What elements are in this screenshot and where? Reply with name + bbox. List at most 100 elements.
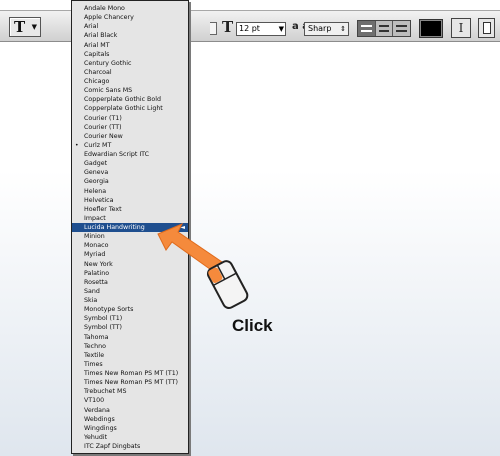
- font-menu-item-label: Impact: [84, 214, 106, 222]
- font-menu-item[interactable]: Capitals: [72, 50, 188, 59]
- font-menu-item[interactable]: Arial Black: [72, 31, 188, 40]
- font-menu-item[interactable]: Copperplate Gothic Bold: [72, 95, 188, 104]
- font-menu-item-label: Symbol (TT): [84, 324, 122, 332]
- font-menu-item-label: Tahoma: [84, 333, 109, 341]
- font-menu-item-label: Capitals: [84, 50, 110, 58]
- font-menu-item[interactable]: Georgia: [72, 177, 188, 186]
- font-menu-item[interactable]: Wingdings: [72, 424, 188, 433]
- font-menu-item[interactable]: Copperplate Gothic Light: [72, 104, 188, 113]
- font-menu-item-label: Skia: [84, 297, 98, 304]
- font-menu-item-label: Georgia: [84, 178, 109, 186]
- font-menu-item-label: Apple Chancery: [84, 14, 134, 22]
- up-down-arrows-icon: ⇕: [340, 25, 346, 33]
- font-menu-item-label: Times New Roman PS MT (T1): [84, 370, 179, 377]
- warp-text-button[interactable]: I: [451, 18, 471, 38]
- font-menu-item[interactable]: Chicago: [72, 77, 188, 86]
- font-menu-item[interactable]: Trebuchet MS: [72, 387, 188, 396]
- font-menu-item-label: Copperplate Gothic Bold: [84, 96, 161, 104]
- font-menu-item[interactable]: Gadget: [72, 159, 188, 168]
- align-center-icon: [378, 25, 390, 32]
- font-menu-item-label: Edwardian Script ITC: [84, 151, 150, 158]
- font-menu-item[interactable]: Skia: [72, 296, 188, 305]
- font-menu-item-label: Gadget: [84, 160, 108, 168]
- font-menu-item[interactable]: • Curlz MT: [72, 141, 188, 150]
- font-menu-item[interactable]: ITC Zapf Dingbats: [72, 442, 188, 451]
- font-menu-item-label: Times: [84, 360, 103, 368]
- font-menu-item-label: Techno: [84, 342, 106, 350]
- font-menu-item-label: Comic Sans MS: [84, 87, 133, 95]
- alignment-buttons: [357, 20, 411, 37]
- font-menu-item[interactable]: Textile: [72, 351, 188, 360]
- font-menu-item-label: Monaco: [84, 242, 109, 250]
- font-menu-item[interactable]: Helena: [72, 187, 188, 196]
- font-menu-item-label: ITC Zapf Dingbats: [84, 443, 141, 450]
- font-menu-item-label: Trebuchet MS: [84, 388, 127, 396]
- font-menu-item-label: Verdana: [84, 406, 110, 414]
- font-menu-item[interactable]: Courier (TT): [72, 123, 188, 132]
- font-menu-item[interactable]: Courier (T1): [72, 114, 188, 123]
- tool-preset-picker[interactable]: T ▼: [9, 17, 41, 37]
- font-menu-item-label: Arial MT: [84, 41, 110, 49]
- font-menu-item[interactable]: Apple Chancery: [72, 13, 188, 22]
- font-menu-item[interactable]: Times New Roman PS MT (T1): [72, 369, 188, 378]
- align-center-button[interactable]: [376, 21, 394, 36]
- font-menu-item-label: Charcoal: [84, 68, 112, 76]
- font-menu-item[interactable]: Andale Mono: [72, 4, 188, 13]
- font-menu-item[interactable]: Arial: [72, 22, 188, 31]
- font-menu-item-label: VT100: [84, 397, 105, 405]
- font-menu-item[interactable]: Times New Roman PS MT (TT): [72, 378, 188, 387]
- font-menu-item-label: Myriad: [84, 251, 106, 259]
- align-right-button[interactable]: [393, 21, 410, 36]
- antialias-value: Sharp: [308, 24, 332, 33]
- chevron-down-icon: ▼: [31, 23, 37, 31]
- align-left-icon: [361, 25, 372, 32]
- palettes-button[interactable]: [478, 18, 495, 38]
- font-menu-item-label: Helvetica: [84, 196, 114, 204]
- font-menu-item-label: Andale Mono: [84, 5, 125, 12]
- font-menu-item[interactable]: Yehudit: [72, 433, 188, 442]
- font-menu-item[interactable]: Symbol (T1): [72, 314, 188, 323]
- font-menu-item[interactable]: VT100: [72, 396, 188, 405]
- font-menu-item[interactable]: Webdings: [72, 415, 188, 424]
- font-menu-item-label: Chicago: [84, 78, 110, 85]
- font-menu-item-label: Webdings: [84, 415, 115, 423]
- font-size-value: 12 pt: [239, 24, 260, 33]
- font-menu-item[interactable]: Arial MT: [72, 41, 188, 50]
- mouse-icon: [206, 260, 249, 309]
- font-menu-item[interactable]: Techno: [72, 342, 188, 351]
- font-menu-item[interactable]: Verdana: [72, 406, 188, 415]
- font-family-select-edge[interactable]: [210, 22, 217, 35]
- font-menu-item[interactable]: Century Gothic: [72, 59, 188, 68]
- font-menu-item[interactable]: Courier New: [72, 132, 188, 141]
- warp-text-icon: I: [458, 21, 464, 35]
- font-menu-item[interactable]: Sand: [72, 287, 188, 296]
- click-label: Click: [232, 316, 273, 335]
- align-left-button[interactable]: [358, 21, 376, 36]
- font-menu-item[interactable]: Charcoal: [72, 68, 188, 77]
- font-menu-item-label: Century Gothic: [84, 59, 132, 67]
- font-menu-item-label: New York: [84, 260, 113, 268]
- text-color-swatch[interactable]: [419, 19, 443, 38]
- palette-icon: [483, 22, 491, 34]
- font-menu-item-label: Courier (TT): [84, 123, 122, 131]
- font-size-select[interactable]: 12 pt ▼: [236, 22, 286, 36]
- font-menu-item-label: Copperplate Gothic Light: [84, 105, 163, 113]
- font-menu-item[interactable]: Times: [72, 360, 188, 369]
- font-menu-item[interactable]: Tahoma: [72, 333, 188, 342]
- font-menu-item-label: Wingdings: [84, 424, 117, 432]
- chevron-down-icon: ▼: [278, 25, 284, 33]
- font-menu-item-label: Monotype Sorts: [84, 306, 134, 314]
- font-menu-item-label: Courier (T1): [84, 114, 122, 122]
- font-menu-item[interactable]: Helvetica: [72, 196, 188, 205]
- antialias-select[interactable]: Sharp ⇕: [304, 22, 349, 36]
- font-menu-item[interactable]: Geneva: [72, 168, 188, 177]
- align-right-icon: [396, 25, 408, 32]
- font-menu-item-label: Curlz MT: [84, 141, 112, 149]
- font-menu-item[interactable]: Edwardian Script ITC: [72, 150, 188, 159]
- font-menu-item-label: Minion: [84, 233, 105, 241]
- font-menu-item[interactable]: Comic Sans MS: [72, 86, 188, 95]
- checkmark-icon: •: [75, 141, 79, 149]
- font-menu-item[interactable]: Monotype Sorts: [72, 305, 188, 314]
- font-menu-item[interactable]: Symbol (TT): [72, 323, 188, 332]
- font-menu-item-label: Symbol (T1): [84, 315, 123, 323]
